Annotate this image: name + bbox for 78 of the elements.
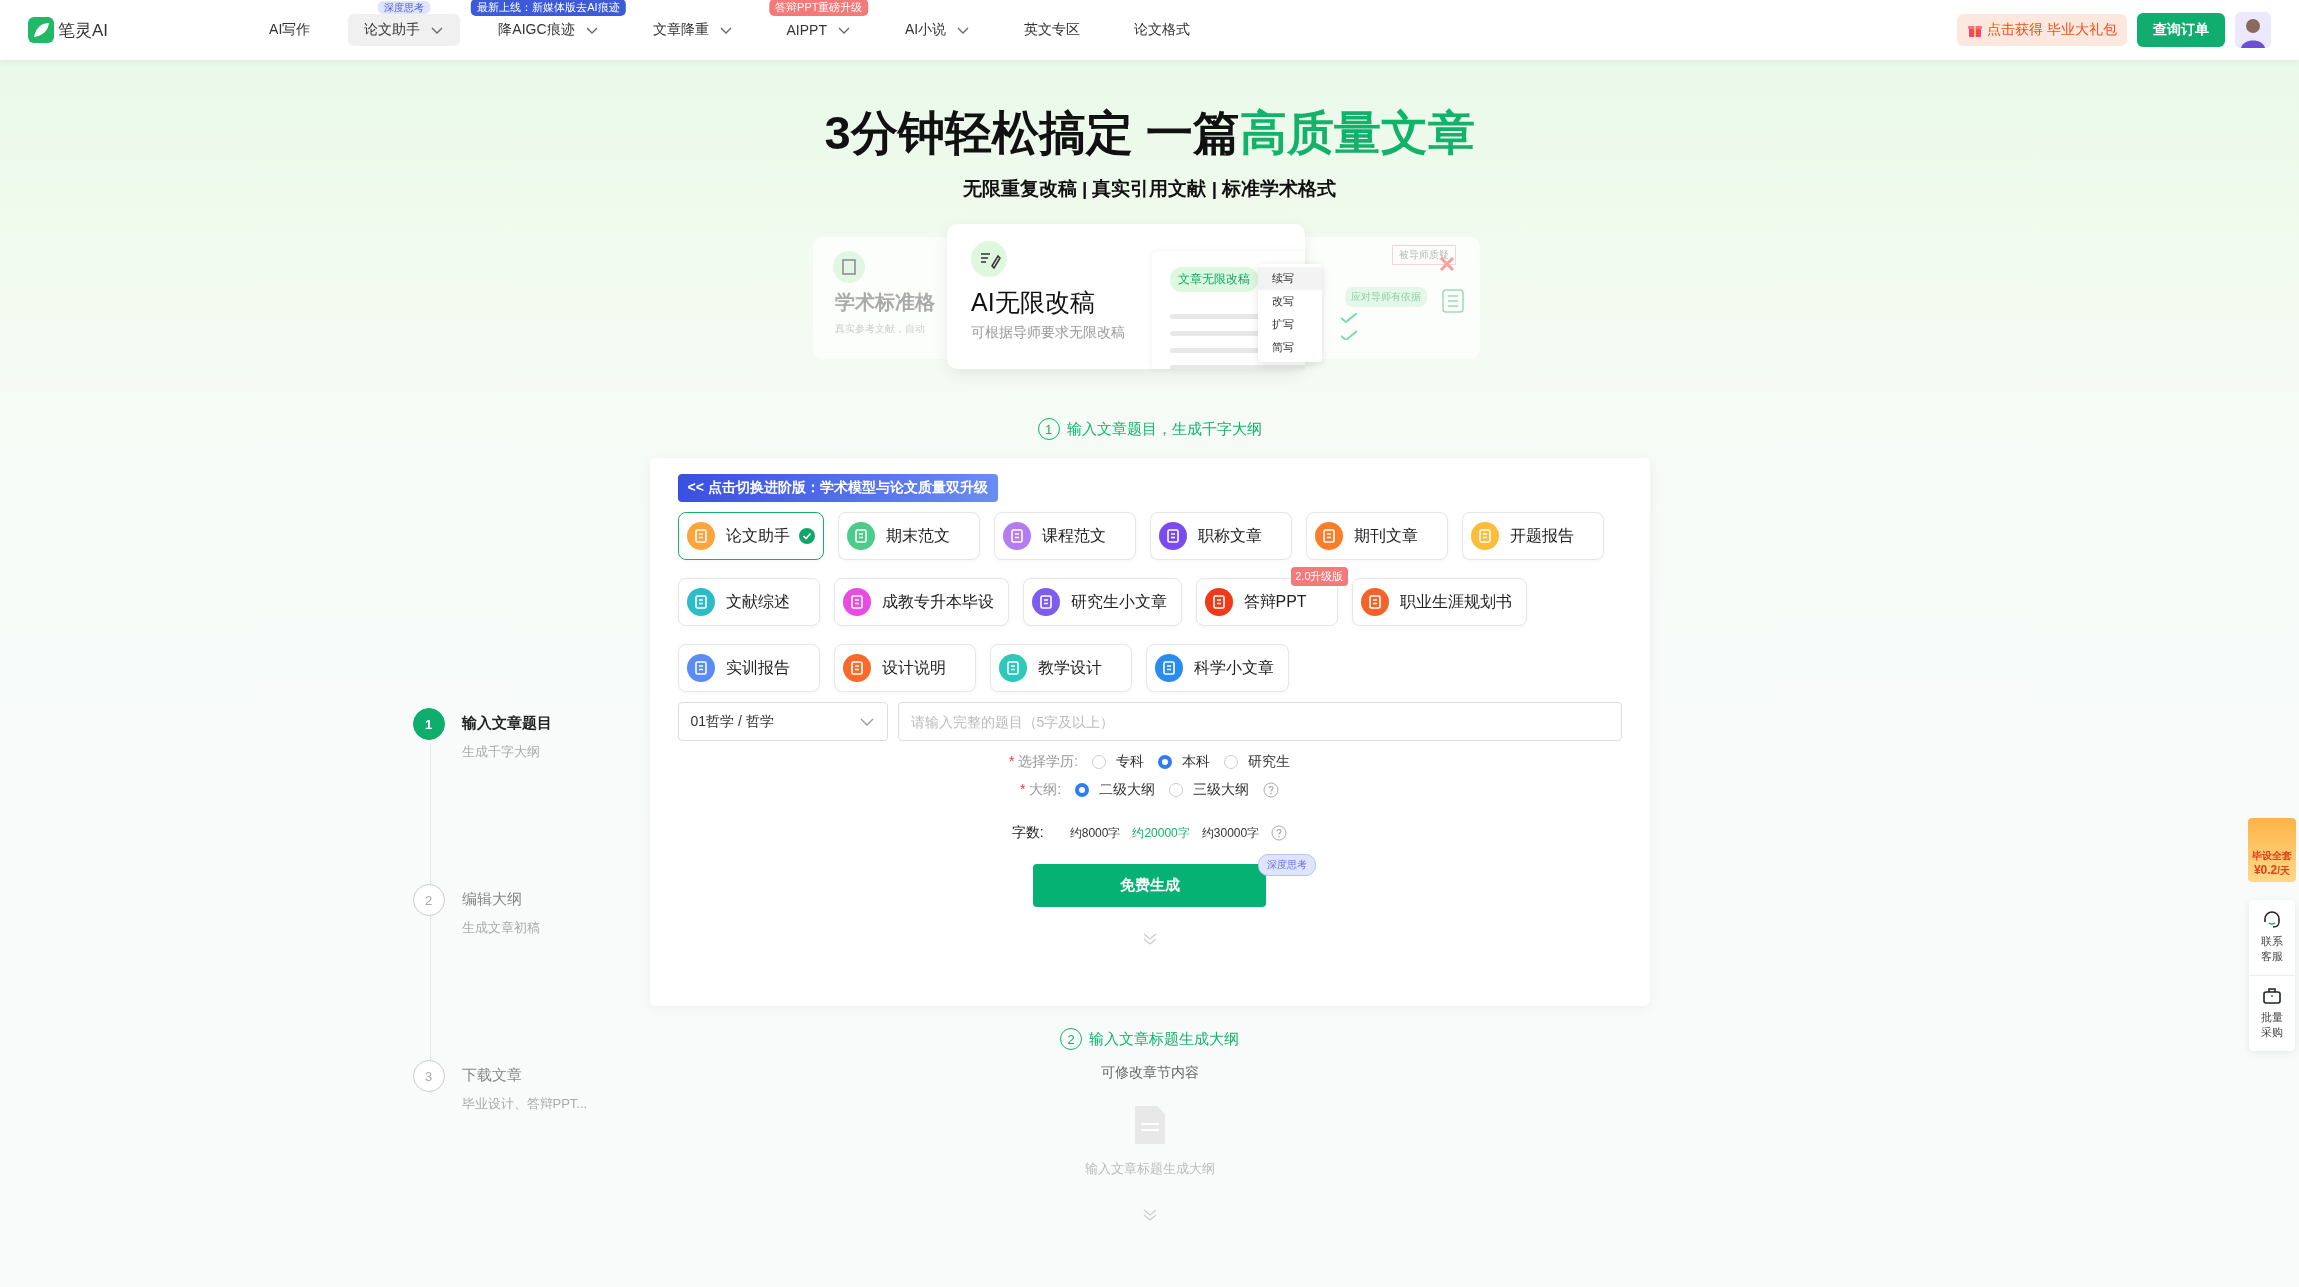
step-title: 编辑大纲 bbox=[461, 890, 523, 909]
category-chip[interactable]: 论文助手 bbox=[677, 512, 824, 560]
section-heading: 输入文章题目，生成千字大纲 bbox=[1066, 419, 1262, 439]
step-subtitle: 生成文章初稿 bbox=[461, 919, 540, 937]
note-label: 被导师质疑 bbox=[1392, 245, 1456, 265]
leaf-logo-icon[interactable] bbox=[28, 17, 54, 43]
category-chip[interactable]: 教学设计 bbox=[989, 644, 1132, 692]
document-icon bbox=[833, 251, 865, 283]
promo-price: ¥0.2/天 bbox=[2253, 863, 2291, 878]
category-chip[interactable]: 开题报告 bbox=[1461, 512, 1604, 560]
step-number: 3 bbox=[412, 1060, 445, 1092]
pen-icon bbox=[971, 241, 1007, 277]
step-title: 下载文章 bbox=[461, 1066, 523, 1085]
category-chip[interactable]: 设计说明 bbox=[833, 644, 976, 692]
list-icon bbox=[1442, 289, 1464, 313]
upgrade-banner[interactable]: << 点击切换进阶版：学术模型与论文质量双升级 bbox=[677, 474, 998, 502]
empty-state-text: 输入文章标题生成大纲 bbox=[1084, 1160, 1215, 1178]
side-button[interactable]: 联系客服 bbox=[2249, 900, 2295, 975]
nav-badge: 最新上线：新媒体版去AI痕迹 bbox=[471, 0, 626, 16]
word-count-option[interactable]: 约8000字 bbox=[1069, 824, 1121, 842]
category-chip[interactable]: 研究生小文章 bbox=[1022, 578, 1182, 626]
nav-badge: 深度思考 bbox=[378, 1, 431, 14]
check-icon bbox=[1341, 313, 1357, 340]
category-chip[interactable]: 期末范文 bbox=[837, 512, 980, 560]
section-subtitle: 可修改章节内容 bbox=[1100, 1064, 1199, 1082]
field-label: * 选择学历: bbox=[1008, 753, 1079, 771]
check-icon bbox=[798, 528, 815, 544]
nav-item[interactable]: 论文格式 bbox=[1118, 20, 1207, 40]
headset-icon bbox=[2262, 910, 2282, 930]
feature-text: 可根据导师要求无限改稿 bbox=[971, 324, 1125, 342]
category-chip[interactable]: 科学小文章 bbox=[1145, 644, 1289, 692]
education-radio[interactable]: 专科 bbox=[1092, 753, 1145, 771]
promo-title: 毕设全套 bbox=[2252, 849, 2292, 863]
education-radio[interactable]: 研究生 bbox=[1224, 753, 1291, 771]
outline-radio[interactable]: 三级大纲 bbox=[1169, 781, 1250, 799]
category-chip[interactable]: 期刊文章 bbox=[1305, 512, 1448, 560]
feature-tag: 应对导师有依据 bbox=[1345, 287, 1427, 307]
version-badge: 2.0升级版 bbox=[1291, 567, 1348, 586]
hero-title: 3分钟轻松搞定 一篇高质量文章 bbox=[823, 105, 1476, 161]
step-number: 1 bbox=[412, 708, 445, 740]
education-radio[interactable]: 本科 bbox=[1158, 753, 1211, 771]
nav-item[interactable]: 论文助手 bbox=[348, 14, 461, 46]
feature-tag: 文章无限改稿 bbox=[1170, 267, 1258, 292]
nav-badge: 答辩PPT重磅升级 bbox=[769, 0, 869, 16]
category-chip[interactable]: 成教专升本毕设 bbox=[833, 578, 1009, 626]
double-chevron-down-icon[interactable] bbox=[1141, 1208, 1158, 1222]
field-label: * 大纲: bbox=[1019, 781, 1062, 799]
nav-item[interactable]: 文章降重 bbox=[636, 20, 749, 40]
avatar-icon[interactable] bbox=[2235, 12, 2271, 48]
help-icon[interactable] bbox=[1263, 782, 1280, 798]
nav-item[interactable]: AI写作 bbox=[253, 20, 327, 40]
section-heading: 输入文章标题生成大纲 bbox=[1089, 1029, 1239, 1049]
help-icon[interactable] bbox=[1271, 825, 1288, 841]
step-subtitle: 毕业设计、答辩PPT... bbox=[461, 1095, 588, 1113]
outline-radio[interactable]: 二级大纲 bbox=[1075, 781, 1156, 799]
category-chip[interactable]: 文献综述 bbox=[677, 578, 820, 626]
step-title: 输入文章题目 bbox=[461, 714, 552, 733]
category-chip[interactable]: 课程范文 bbox=[993, 512, 1136, 560]
brand-name: 笔灵AI bbox=[58, 19, 109, 42]
double-chevron-down-icon[interactable] bbox=[1141, 932, 1158, 946]
category-chip[interactable]: 实训报告 bbox=[677, 644, 820, 692]
word-count-option[interactable]: 约30000字 bbox=[1201, 824, 1260, 842]
nav-item[interactable]: 英文专区 bbox=[1008, 20, 1097, 40]
mode-badge: 深度思考 bbox=[1258, 854, 1316, 876]
category-chip[interactable]: 职业生涯规划书 bbox=[1351, 578, 1527, 626]
subject-dropdown[interactable]: 01哲学 / 哲学 bbox=[677, 702, 888, 741]
nav-item[interactable]: AI小说 bbox=[889, 20, 987, 40]
hero-subtitle: 无限重复改稿 | 真实引用文献 | 标准学术格式 bbox=[961, 177, 1338, 201]
field-label: 字数: bbox=[1011, 824, 1044, 842]
step-subtitle: 生成千字大纲 bbox=[461, 743, 541, 761]
category-chip[interactable]: 职称文章 bbox=[1149, 512, 1292, 560]
side-button[interactable]: 批量采购 bbox=[2249, 974, 2295, 1051]
briefcase-icon bbox=[2262, 985, 2282, 1006]
nav-item[interactable]: 降AIGC痕迹 bbox=[482, 20, 615, 40]
nav-item[interactable]: AIPPT bbox=[770, 20, 867, 40]
feature-title: 学术标准格 bbox=[835, 290, 935, 315]
feature-title: AI无限改稿 bbox=[971, 287, 1095, 318]
step-number: 2 bbox=[412, 884, 445, 916]
